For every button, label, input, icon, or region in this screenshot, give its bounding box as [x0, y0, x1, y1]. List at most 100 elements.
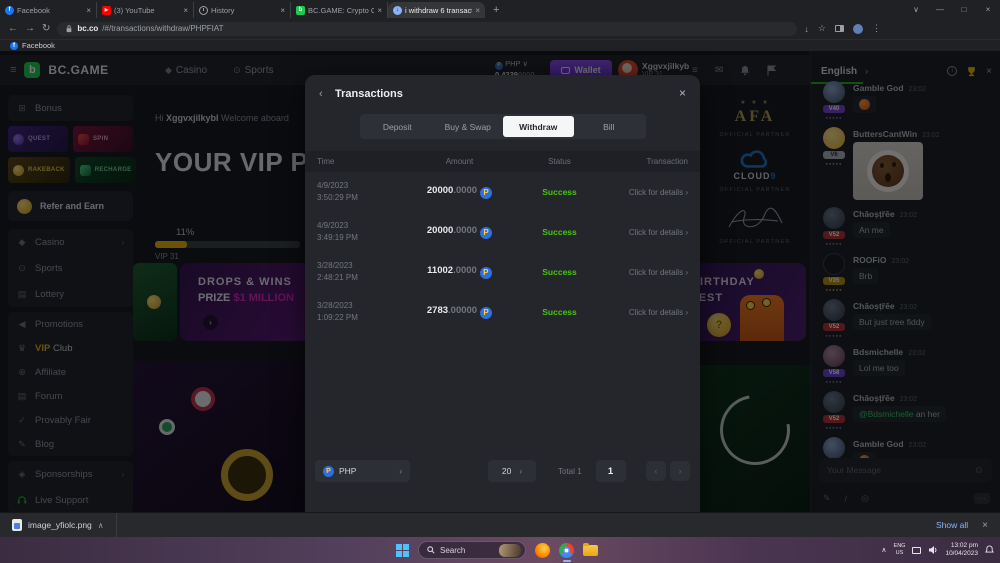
- taskbar-search[interactable]: Search: [418, 541, 526, 559]
- maximize-icon[interactable]: □: [952, 5, 976, 14]
- download-bar: image_yfiolc.png ∧ Show all ×: [0, 512, 1000, 537]
- chevron-right-icon: ›: [685, 188, 688, 197]
- url-path: /#/transactions/withdraw/PHPFIAT: [102, 24, 223, 33]
- language-indicator[interactable]: ENGUS: [894, 543, 906, 556]
- close-tab-icon[interactable]: ×: [280, 6, 285, 15]
- reload-icon[interactable]: ↻: [42, 23, 50, 34]
- chrome-taskbar-item[interactable]: [559, 537, 574, 563]
- bookmark-facebook[interactable]: Facebook: [22, 41, 55, 50]
- side-panel-icon[interactable]: [835, 25, 844, 32]
- next-page-button[interactable]: ›: [670, 461, 690, 481]
- col-time: Time: [317, 157, 407, 166]
- tx-amount-decimals: .0000: [453, 185, 477, 196]
- currency-filter-dropdown[interactable]: P PHP ›: [315, 460, 410, 482]
- table-header: Time Amount Status Transaction: [305, 151, 700, 172]
- display-icon[interactable]: [912, 547, 921, 554]
- page-size-dropdown[interactable]: 20 ›: [488, 460, 536, 482]
- tab-label: BC.GAME: Crypto Casino Games: [308, 6, 374, 15]
- tx-amount: 20000: [427, 185, 453, 196]
- address-bar: ← → ↻ bc.co/#/transactions/withdraw/PHPF…: [0, 18, 1000, 39]
- bcgame-icon: b: [296, 6, 305, 15]
- close-tab-icon[interactable]: ×: [86, 6, 91, 15]
- tab-buy-swap[interactable]: Buy & Swap: [433, 116, 504, 137]
- chevron-right-icon: ›: [685, 228, 688, 237]
- tab-bcgame[interactable]: b BC.GAME: Crypto Casino Games ×: [291, 2, 388, 18]
- show-all-downloads-link[interactable]: Show all: [936, 520, 968, 530]
- minimize-icon[interactable]: —: [928, 5, 952, 14]
- php-coin-icon: P: [323, 466, 334, 477]
- tx-status: Success: [512, 227, 607, 237]
- tx-date: 3/28/2023: [317, 260, 407, 272]
- tab-search-chevron-icon[interactable]: ∨: [904, 5, 928, 14]
- browser-tab-strip: f Facebook × ▶ (3) YouTube × History × b…: [0, 0, 1000, 18]
- firefox-icon[interactable]: [535, 543, 550, 558]
- window-controls: ∨ — □ ×: [904, 0, 1000, 18]
- tab-label: History: [211, 6, 277, 15]
- youtube-icon: ▶: [102, 6, 111, 15]
- tx-time: 2:48:21 PM: [317, 272, 407, 284]
- tx-amount: 11002: [427, 265, 453, 276]
- forward-icon[interactable]: →: [25, 23, 35, 34]
- modal-title: Transactions: [335, 88, 403, 100]
- tx-details-link[interactable]: Click for details ›: [607, 228, 688, 237]
- facebook-icon: f: [10, 42, 18, 50]
- prev-page-button[interactable]: ‹: [646, 461, 666, 481]
- tab-label: Facebook: [17, 6, 83, 15]
- tab-history[interactable]: History ×: [194, 2, 291, 18]
- chevron-right-icon: ›: [519, 467, 522, 476]
- windows-taskbar: Search ∧ ENGUS 13:02 pm10/04/2023: [0, 537, 1000, 563]
- close-tab-icon[interactable]: ×: [183, 6, 188, 15]
- close-tab-icon[interactable]: ×: [377, 6, 382, 15]
- close-download-bar-icon[interactable]: ×: [982, 520, 988, 531]
- chevron-right-icon: ›: [685, 308, 688, 317]
- notification-bell-icon[interactable]: [985, 545, 994, 555]
- col-transaction: Transaction: [607, 157, 688, 166]
- php-coin-icon: P: [480, 227, 492, 239]
- modal-close-icon[interactable]: ×: [679, 86, 686, 100]
- transaction-tabs: Deposit Buy & Swap Withdraw Bill: [360, 114, 646, 139]
- download-menu-chevron-icon[interactable]: ∧: [98, 521, 104, 530]
- tx-details-link[interactable]: Click for details ›: [607, 188, 688, 197]
- modal-back-icon[interactable]: ‹: [319, 88, 323, 100]
- tx-details-link[interactable]: Click for details ›: [607, 308, 688, 317]
- start-button-icon[interactable]: [396, 544, 409, 557]
- tab-label: (3) YouTube: [114, 6, 180, 15]
- chevron-right-icon: ›: [685, 268, 688, 277]
- close-window-icon[interactable]: ×: [976, 5, 1000, 14]
- speaker-icon[interactable]: [928, 545, 938, 555]
- page-viewport: ≡ b BC.GAME ◆Casino ⊙Sports P PHP ∨ 0.42…: [0, 51, 1000, 512]
- tx-status: Success: [512, 307, 607, 317]
- tab-withdraw-doc[interactable]: ↓ i withdraw 6 transaction 3 of the ×: [388, 2, 485, 18]
- url-input[interactable]: bc.co/#/transactions/withdraw/PHPFIAT: [57, 22, 797, 36]
- search-highlight-image: [499, 544, 521, 557]
- browser-menu-icon[interactable]: ⋮: [872, 23, 881, 34]
- chrome-icon: [559, 543, 574, 558]
- tx-date: 4/9/2023: [317, 180, 407, 192]
- tab-bill[interactable]: Bill: [574, 116, 645, 137]
- tray-expand-icon[interactable]: ∧: [881, 546, 886, 554]
- new-tab-button[interactable]: +: [485, 2, 507, 18]
- address-bar-icons: ↓ ☆ ⋮: [804, 23, 881, 34]
- tab-label: i withdraw 6 transaction 3 of the: [405, 6, 472, 15]
- download-filename: image_yfiolc.png: [28, 520, 92, 530]
- back-icon[interactable]: ←: [8, 23, 18, 34]
- current-page-box[interactable]: 1: [596, 460, 626, 482]
- tx-details-link[interactable]: Click for details ›: [607, 268, 688, 277]
- close-tab-icon[interactable]: ×: [475, 6, 480, 15]
- table-row: 3/28/20231:09:22 PM 2783.00000P Success …: [305, 292, 700, 332]
- tab-deposit[interactable]: Deposit: [362, 116, 433, 137]
- tx-time: 1:09:22 PM: [317, 312, 407, 324]
- download-item[interactable]: image_yfiolc.png ∧: [0, 513, 117, 537]
- profile-avatar[interactable]: [853, 24, 863, 34]
- file-explorer-icon[interactable]: [583, 545, 598, 556]
- tx-status: Success: [512, 187, 607, 197]
- transactions-modal: ‹ Transactions × Deposit Buy & Swap With…: [305, 75, 700, 512]
- tx-time: 3:50:29 PM: [317, 192, 407, 204]
- tab-withdraw[interactable]: Withdraw: [503, 116, 574, 137]
- tab-youtube[interactable]: ▶ (3) YouTube ×: [97, 2, 194, 18]
- bookmark-star-icon[interactable]: ☆: [818, 23, 826, 34]
- install-icon[interactable]: ↓: [804, 24, 809, 34]
- taskbar-clock[interactable]: 13:02 pm10/04/2023: [945, 542, 978, 559]
- tab-facebook[interactable]: f Facebook ×: [0, 2, 97, 18]
- tx-date: 4/9/2023: [317, 220, 407, 232]
